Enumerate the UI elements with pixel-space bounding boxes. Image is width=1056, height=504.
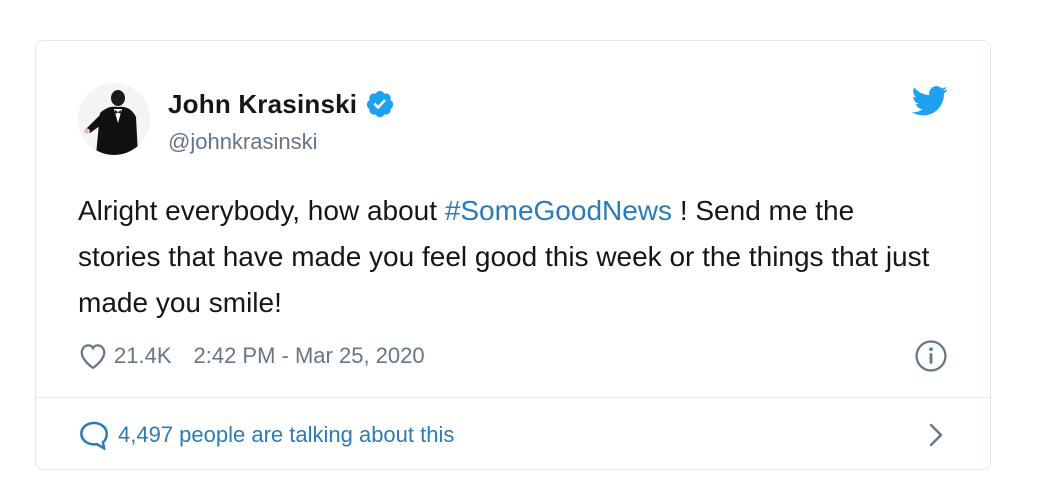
- twitter-bird-icon[interactable]: [911, 85, 948, 117]
- conversation-count-text[interactable]: 4,497 people are talking about this: [118, 420, 454, 450]
- tweet-text-before: Alright everybody, how about: [78, 195, 445, 226]
- like-count[interactable]: 21.4K: [114, 343, 172, 369]
- tweet-card: John Krasinski @johnkrasinski Alright ev…: [35, 40, 991, 470]
- chevron-right-icon[interactable]: [928, 422, 944, 448]
- info-icon[interactable]: [914, 339, 948, 373]
- verified-badge-icon: [365, 89, 395, 119]
- author-handle[interactable]: @johnkrasinski: [168, 129, 318, 155]
- hashtag-link[interactable]: #SomeGoodNews: [445, 195, 672, 226]
- heart-icon[interactable]: [78, 342, 108, 370]
- avatar-image: [78, 83, 150, 155]
- speech-bubble-icon: [78, 420, 110, 451]
- avatar[interactable]: [78, 83, 150, 155]
- tweet-meta-row: 21.4K 2:42 PM - Mar 25, 2020: [78, 339, 425, 373]
- tweet-text: Alright everybody, how about #SomeGoodNe…: [78, 188, 938, 326]
- author-name-row[interactable]: John Krasinski: [168, 87, 395, 121]
- tweet-timestamp[interactable]: 2:42 PM - Mar 25, 2020: [194, 343, 425, 369]
- author-name[interactable]: John Krasinski: [168, 89, 357, 120]
- conversation-link[interactable]: 4,497 people are talking about this: [36, 398, 990, 470]
